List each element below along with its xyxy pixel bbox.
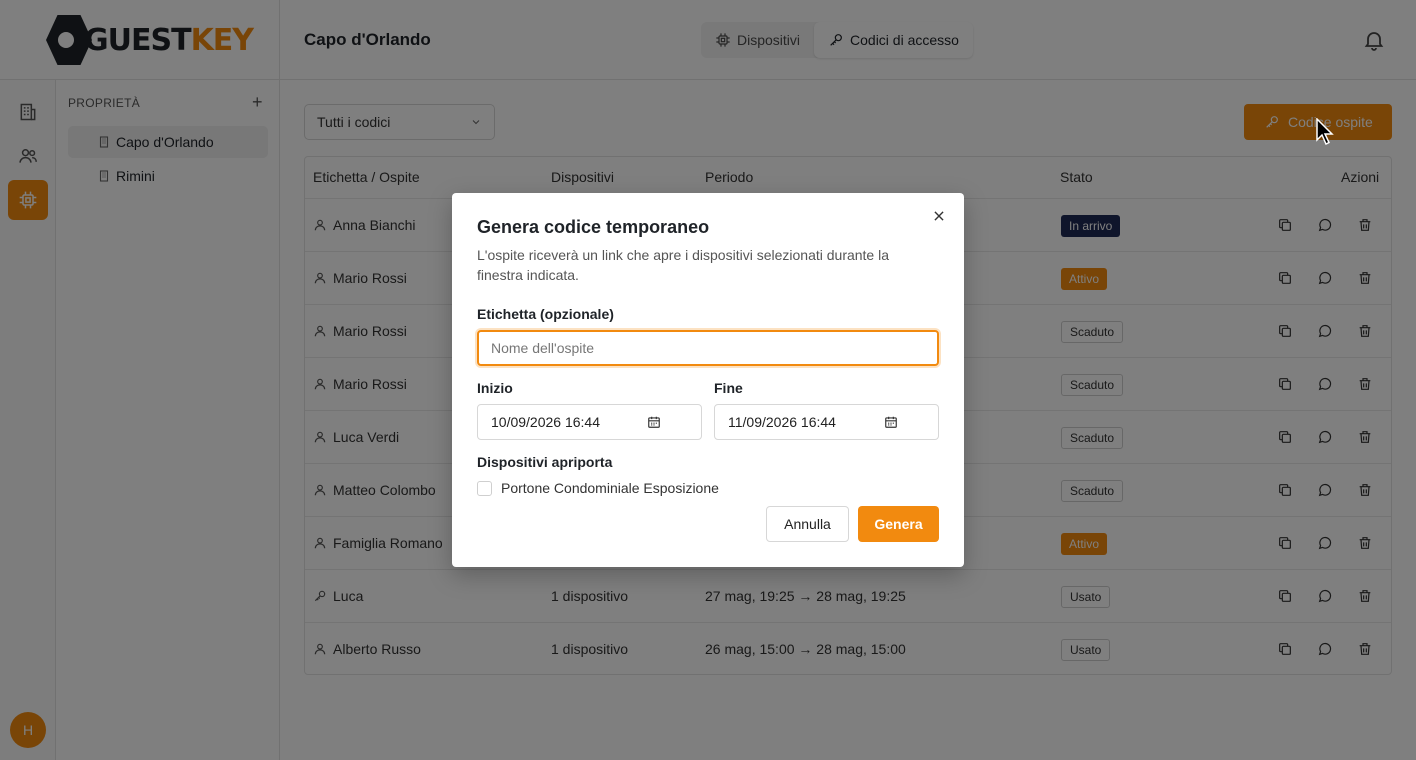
close-dialog-button[interactable] <box>932 209 946 223</box>
generate-code-dialog: Genera codice temporaneo L'ospite riceve… <box>452 193 964 567</box>
end-datetime-input[interactable]: 11/09/2026 16:44 <box>714 404 939 440</box>
device-checkbox[interactable] <box>477 481 492 496</box>
end-datetime-value: 11/09/2026 16:44 <box>728 414 836 430</box>
start-datetime-input[interactable]: 10/09/2026 16:44 <box>477 404 702 440</box>
label-field-label: Etichetta (opzionale) <box>477 306 614 322</box>
guest-name-input[interactable] <box>477 330 939 366</box>
devices-label: Dispositivi apriporta <box>477 454 613 470</box>
end-label: Fine <box>714 380 743 396</box>
start-label: Inizio <box>477 380 513 396</box>
dialog-title: Genera codice temporaneo <box>477 217 710 237</box>
start-datetime-value: 10/09/2026 16:44 <box>491 414 600 430</box>
cancel-button[interactable]: Annulla <box>766 506 849 542</box>
calendar-icon[interactable] <box>647 415 661 429</box>
close-icon <box>934 211 944 221</box>
device-option-label[interactable]: Portone Condominiale Esposizione <box>501 480 719 496</box>
mouse-cursor-icon <box>1316 118 1334 146</box>
dialog-description: L'ospite riceverà un link che apre i dis… <box>477 247 890 283</box>
calendar-icon[interactable] <box>884 415 898 429</box>
generate-button[interactable]: Genera <box>858 506 939 542</box>
